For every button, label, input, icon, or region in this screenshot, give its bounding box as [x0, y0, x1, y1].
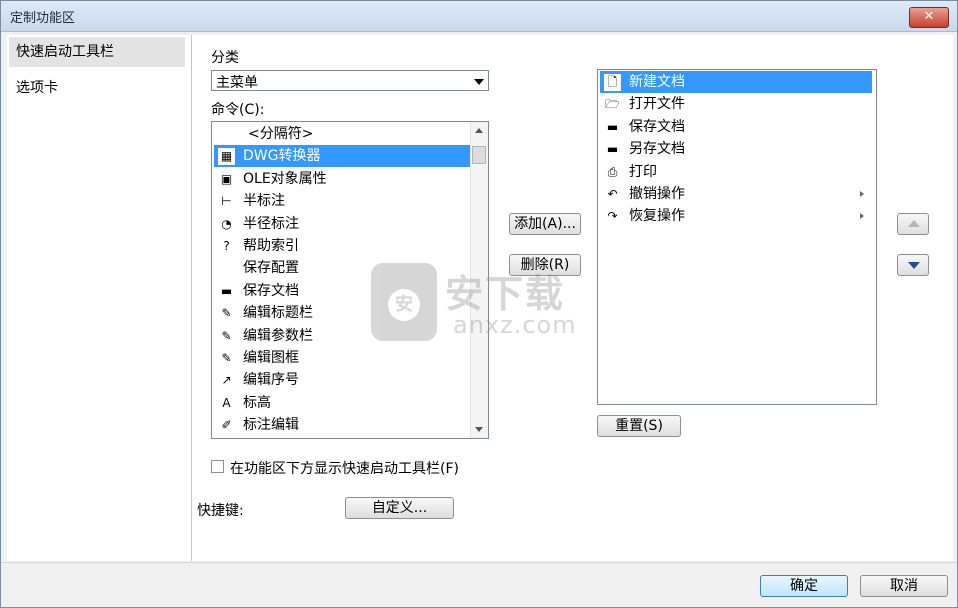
- list-item[interactable]: ▬ 另存文档: [600, 138, 872, 160]
- close-button[interactable]: ✕: [909, 7, 949, 28]
- list-item-label: 编辑图框: [243, 350, 299, 366]
- add-button[interactable]: 添加(A)...: [509, 213, 581, 235]
- list-item-label: 编辑参数栏: [243, 327, 313, 344]
- list-item-label: 保存文档: [243, 282, 299, 299]
- open-folder-icon: 🗁: [605, 97, 620, 112]
- arrow-up-icon: [908, 220, 920, 227]
- close-icon: ✕: [923, 9, 935, 24]
- arrow-down-icon: [908, 262, 920, 269]
- save-icon: ▬: [220, 283, 233, 298]
- list-item[interactable]: 🗁 打开文件: [600, 93, 872, 115]
- customize-shortcut-button[interactable]: 自定义...: [345, 497, 454, 519]
- reset-button[interactable]: 重置(S): [597, 415, 681, 437]
- watermark-subtitle: anxz.com: [453, 311, 577, 339]
- ok-button[interactable]: 确定: [760, 575, 848, 597]
- list-item-label: 另存文档: [629, 141, 685, 158]
- show-below-label: 在功能区下方显示快速启动工具栏(F): [230, 461, 459, 477]
- show-below-checkbox[interactable]: [211, 460, 224, 473]
- footer-divider: [1, 562, 957, 563]
- dialog-title: 定制功能区: [10, 11, 76, 26]
- nav-item-quick-access-toolbar[interactable]: 快速启动工具栏: [9, 37, 185, 67]
- list-item[interactable]: ▣ OLE对象属性: [214, 168, 470, 190]
- list-item[interactable]: ? 帮助索引: [214, 235, 470, 257]
- list-item[interactable]: ⎙ 打印: [600, 161, 872, 183]
- list-item-label: <分隔符>: [248, 126, 314, 142]
- list-item-label: 帮助索引: [243, 238, 299, 254]
- customize-ribbon-dialog: 定制功能区 ✕ 快速启动工具栏 选项卡 分类 主菜单 命令(C): <分隔符> ▦…: [0, 0, 958, 608]
- list-item-label: 半径标注: [243, 215, 299, 232]
- list-item-label: 半标注: [243, 193, 285, 210]
- list-item[interactable]: ✎ 编辑图框: [214, 347, 470, 369]
- list-item-label: DWG转换器: [243, 148, 321, 165]
- list-item[interactable]: A 标高: [214, 392, 470, 414]
- list-item[interactable]: ↗ 编辑序号: [214, 369, 470, 391]
- nav-item-tabs[interactable]: 选项卡: [9, 73, 185, 103]
- list-item-label: 打印: [629, 163, 657, 180]
- toolbar-commands-list[interactable]: 🗋 新建文档 🗁 打开文件 ▬ 保存文档 ▬ 另存文档 ⎙ 打印 ↶ 撤销操作 ↷ 恢复操作: [597, 69, 877, 405]
- list-item-label: OLE对象属性: [243, 170, 327, 187]
- watermark-logo-glyph: 安: [388, 289, 420, 321]
- list-item-label: 恢复操作: [629, 208, 685, 225]
- list-item-label: 撤销操作: [629, 186, 685, 202]
- move-down-button[interactable]: [897, 254, 929, 276]
- list-item-label: 打开文件: [629, 96, 685, 113]
- undo-icon: ↶: [607, 187, 618, 201]
- list-item-label: 保存文档: [629, 118, 685, 135]
- list-item-label: 标注编辑: [243, 417, 299, 434]
- save-icon: ▬: [606, 119, 619, 134]
- title-bar: 定制功能区 ✕: [1, 1, 957, 32]
- scroll-down-icon[interactable]: [475, 427, 483, 432]
- list-item-label: 新建文档: [629, 74, 685, 90]
- help-icon: ?: [223, 239, 230, 253]
- ole-object-icon: ▣: [220, 171, 233, 186]
- category-value: 主菜单: [216, 75, 258, 91]
- chevron-right-icon: [860, 191, 864, 197]
- scroll-thumb[interactable]: [472, 146, 486, 164]
- scroll-up-icon[interactable]: [475, 128, 483, 133]
- list-item[interactable]: ▬ 保存文档: [600, 116, 872, 138]
- chevron-right-icon: [860, 213, 864, 220]
- edit-number-icon: ↗: [221, 373, 232, 388]
- commands-label: 命令(C):: [211, 102, 265, 118]
- list-item[interactable]: <分隔符>: [214, 123, 470, 145]
- new-document-icon: 🗋: [604, 74, 621, 91]
- list-item[interactable]: ▦ DWG转换器: [214, 145, 470, 168]
- cancel-button[interactable]: 取消: [860, 575, 948, 597]
- list-item-label: 标高: [243, 394, 271, 411]
- half-dimension-icon: ⊢: [221, 194, 232, 209]
- list-item-label: 编辑序号: [243, 372, 299, 389]
- watermark-logo: 安: [371, 263, 437, 341]
- edit-frame-icon: ✎: [221, 351, 232, 365]
- printer-icon: ⎙: [607, 164, 618, 179]
- redo-icon: ↷: [607, 209, 618, 224]
- list-item[interactable]: ↶ 撤销操作: [600, 183, 872, 205]
- list-item[interactable]: ↷ 恢复操作: [600, 205, 872, 227]
- watermark-title: 安下载: [445, 272, 566, 316]
- chevron-down-icon: [474, 79, 484, 85]
- category-dropdown[interactable]: 主菜单: [211, 70, 489, 91]
- list-item[interactable]: 🗋 新建文档: [600, 71, 872, 93]
- list-item-label: 保存配置: [243, 260, 299, 277]
- list-item[interactable]: ◔ 半径标注: [214, 213, 470, 235]
- watermark: 安 安下载 anxz.com: [371, 263, 631, 343]
- list-item[interactable]: ✐ 标注编辑: [214, 414, 470, 436]
- radius-dimension-icon: ◔: [221, 216, 232, 231]
- settings-nav: 快速启动工具栏 选项卡: [7, 35, 192, 561]
- move-up-button[interactable]: [897, 213, 929, 235]
- dwg-converter-icon: ▦: [218, 148, 235, 166]
- list-item[interactable]: ⊢ 半标注: [214, 190, 470, 212]
- list-item-label: 编辑标题栏: [243, 305, 313, 322]
- elevation-icon: A: [222, 395, 231, 410]
- shortcut-label: 快捷键:: [197, 503, 244, 519]
- category-label: 分类: [211, 50, 239, 66]
- save-as-icon: ▬: [606, 142, 619, 157]
- edit-titlebar-icon: ✎: [221, 306, 232, 321]
- edit-params-icon: ✎: [221, 328, 232, 343]
- dimension-edit-icon: ✐: [221, 418, 232, 433]
- main-panel: 分类 主菜单 命令(C): <分隔符> ▦ DWG转换器 ▣ OLE对象属性 ⊢ 半标注 ◔ 半…: [192, 35, 953, 561]
